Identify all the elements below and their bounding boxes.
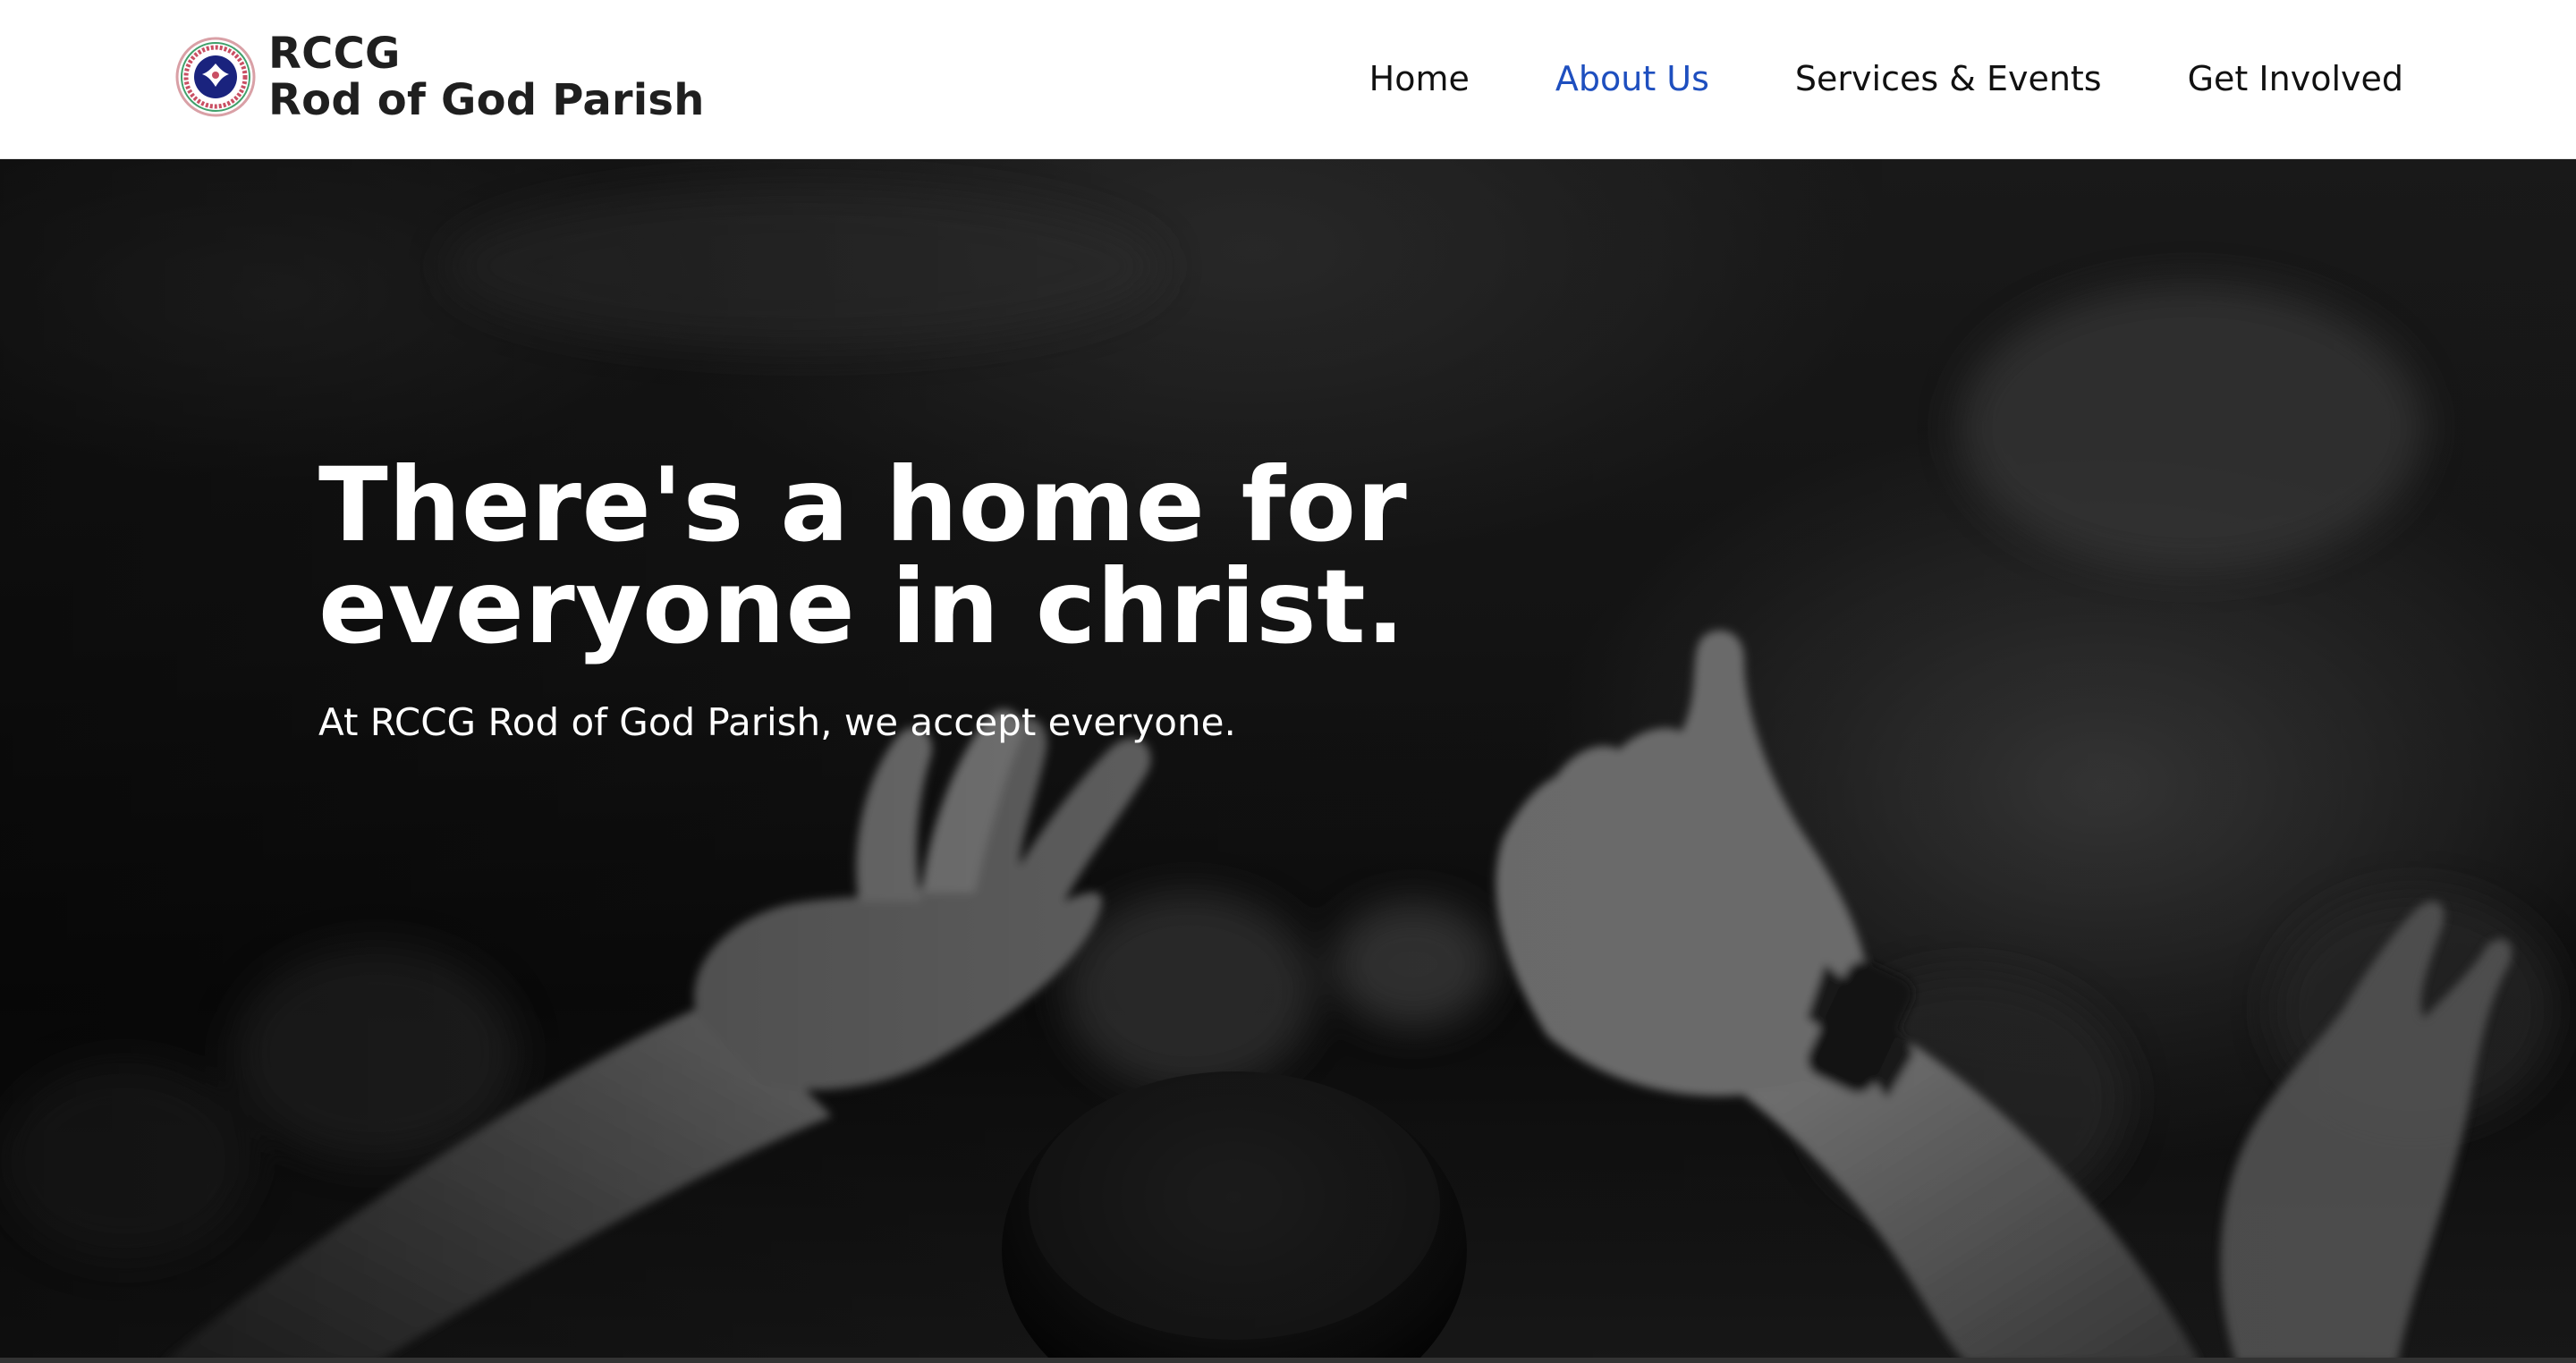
nav-about-us-link[interactable]: About Us bbox=[1555, 54, 1709, 104]
hero-content: There's a home for everyone in christ. A… bbox=[318, 454, 1481, 748]
section-divider bbox=[0, 1358, 2576, 1363]
nav-home-link[interactable]: Home bbox=[1369, 54, 1470, 104]
hero-title-line-2: everyone in christ. bbox=[318, 547, 1406, 666]
hero-title: There's a home for everyone in christ. bbox=[318, 454, 1481, 658]
site-header: RCCG Rod of God Parish Home About Us Ser… bbox=[0, 0, 2576, 159]
brand-line-2: Rod of God Parish bbox=[268, 75, 705, 125]
brand-name: RCCG Rod of God Parish bbox=[268, 32, 705, 122]
hero-title-line-1: There's a home for bbox=[318, 445, 1408, 564]
rccg-logo-icon bbox=[175, 37, 256, 117]
nav-services-events-link[interactable]: Services & Events bbox=[1795, 54, 2102, 104]
hero-section: There's a home for everyone in christ. A… bbox=[0, 159, 2576, 1363]
hero-subtitle: At RCCG Rod of God Parish, we accept eve… bbox=[318, 700, 1236, 744]
hero-overlay bbox=[0, 159, 2576, 1363]
main-nav: Home About Us Services & Events Get Invo… bbox=[1369, 54, 2403, 104]
nav-get-involved-link[interactable]: Get Involved bbox=[2188, 54, 2403, 104]
brand-home-link[interactable]: RCCG Rod of God Parish bbox=[175, 32, 705, 122]
brand-line-1: RCCG bbox=[268, 29, 401, 79]
